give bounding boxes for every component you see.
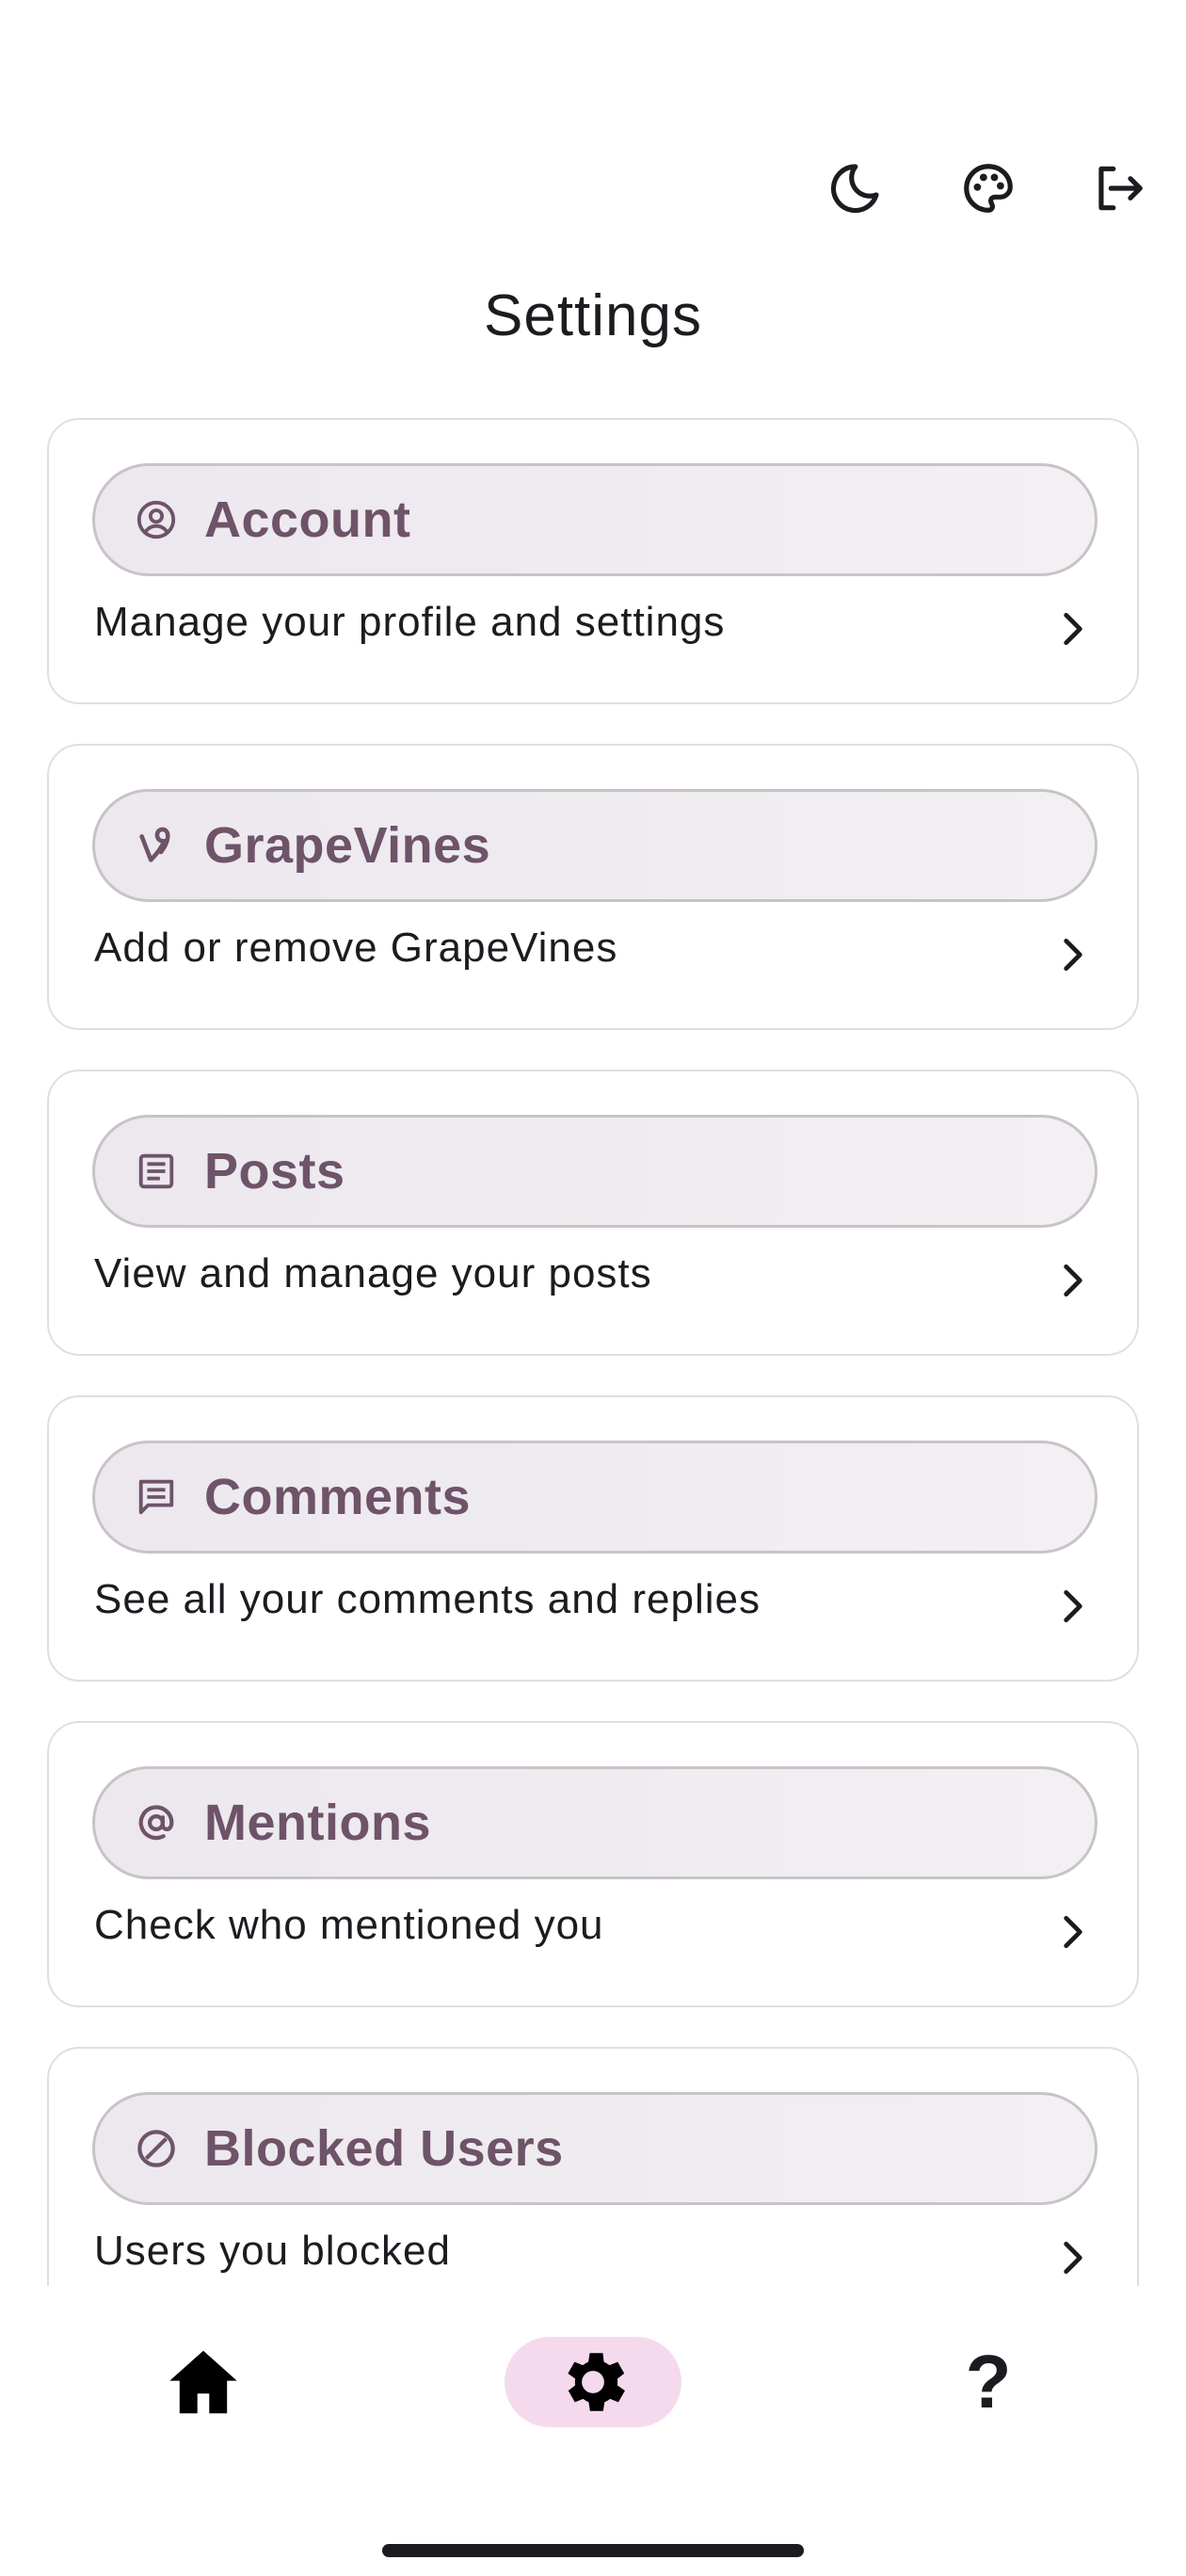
comment-icon — [135, 1475, 178, 1519]
account-circle-icon — [135, 498, 178, 541]
mentions-card[interactable]: Mentions Check who mentioned you — [47, 1721, 1139, 2007]
account-chip[interactable]: Account — [92, 463, 1098, 576]
logout-icon — [1098, 166, 1143, 211]
article-icon — [135, 1150, 178, 1193]
moon-icon — [830, 164, 879, 214]
posts-description: View and manage your posts — [94, 1250, 652, 1296]
settings-icon — [568, 2353, 625, 2411]
blocked-users-card[interactable]: Blocked Users Users you blocked — [47, 2047, 1139, 2286]
grapevines-description: Add or remove GrapeVines — [94, 925, 618, 971]
nav-settings[interactable] — [505, 2337, 681, 2427]
comments-card[interactable]: Comments See all your comments and repli… — [47, 1395, 1139, 1682]
account-description: Manage your profile and settings — [94, 599, 726, 645]
page-title: Settings — [483, 283, 703, 348]
blocked-users-chip[interactable]: Blocked Users — [92, 2092, 1098, 2205]
comments-description: See all your comments and replies — [94, 1576, 761, 1622]
posts-label: Posts — [204, 1143, 345, 1199]
top-actions — [0, 154, 1186, 222]
posts-chip[interactable]: Posts — [92, 1115, 1098, 1228]
home-indicator — [382, 2544, 804, 2557]
bottom-navigation: ? — [0, 2327, 1186, 2448]
chevron-right-icon[interactable] — [1052, 1586, 1094, 1627]
palette-icon — [964, 164, 1013, 213]
at-sign-icon — [135, 1801, 178, 1844]
chevron-right-icon[interactable] — [1052, 934, 1094, 975]
chevron-right-icon[interactable] — [1052, 1911, 1094, 1953]
comments-chip[interactable]: Comments — [92, 1441, 1098, 1554]
vine-icon — [135, 824, 178, 867]
nav-home[interactable] — [158, 2337, 248, 2427]
grapevines-card[interactable]: GrapeVines Add or remove GrapeVines — [47, 744, 1139, 1030]
dark-mode-button[interactable] — [821, 154, 889, 222]
mentions-description: Check who mentioned you — [94, 1902, 604, 1948]
theme-palette-button[interactable] — [954, 154, 1022, 222]
blocked-users-description: Users you blocked — [94, 2228, 451, 2274]
chevron-right-icon[interactable] — [1052, 1260, 1094, 1301]
help-icon: ? — [965, 2340, 1012, 2423]
block-icon — [135, 2127, 178, 2170]
posts-card[interactable]: Posts View and manage your posts — [47, 1070, 1139, 1356]
logout-button[interactable] — [1084, 154, 1152, 222]
grapevines-label: GrapeVines — [204, 817, 491, 874]
account-card[interactable]: Account Manage your profile and settings — [47, 418, 1139, 704]
home-icon — [169, 2350, 237, 2414]
nav-help[interactable]: ? — [943, 2337, 1034, 2427]
chevron-right-icon[interactable] — [1052, 608, 1094, 650]
mentions-chip[interactable]: Mentions — [92, 1766, 1098, 1879]
mentions-label: Mentions — [204, 1795, 431, 1851]
chevron-right-icon[interactable] — [1052, 2237, 1094, 2278]
account-label: Account — [204, 491, 411, 548]
grapevines-chip[interactable]: GrapeVines — [92, 789, 1098, 902]
blocked-users-label: Blocked Users — [204, 2120, 564, 2177]
comments-label: Comments — [204, 1469, 472, 1525]
settings-list[interactable]: Account Manage your profile and settings… — [47, 418, 1139, 2286]
